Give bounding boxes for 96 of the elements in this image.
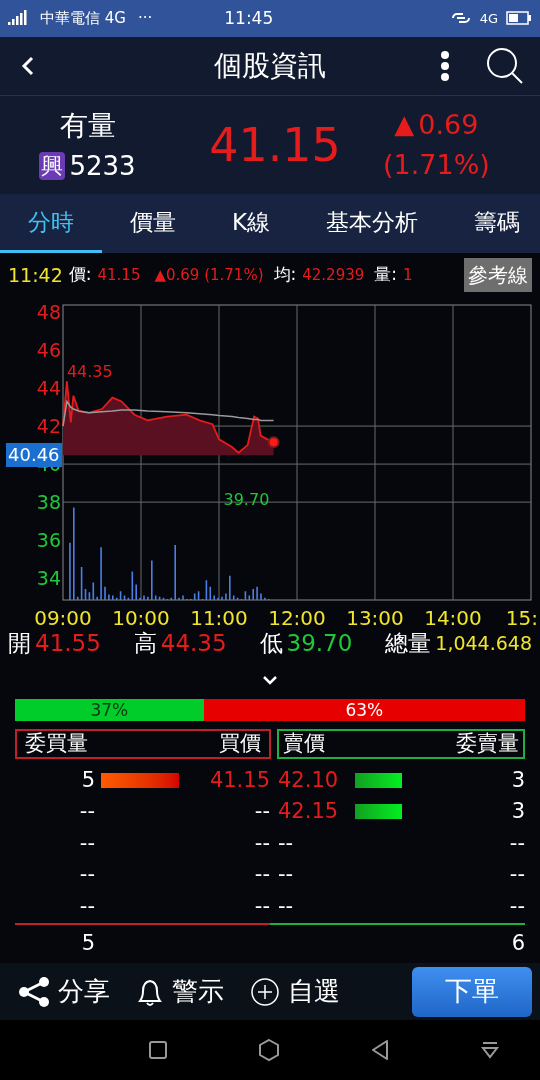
carrier-name: 中華電信 4G	[40, 8, 126, 30]
page-title: 個股資訊	[213, 48, 327, 85]
network-type: 4G	[479, 9, 498, 28]
share-icon	[18, 976, 50, 1007]
y-axis-label: 36	[36, 529, 61, 552]
ask-quantity: --	[508, 892, 525, 920]
more-indicator: ···	[137, 8, 153, 30]
bid-quantity: --	[78, 861, 95, 889]
tab[interactable]: 價量	[102, 193, 204, 254]
info-time: 11:42	[8, 262, 63, 288]
ask-price: --	[278, 892, 295, 920]
bid-price-header: 買價	[219, 729, 261, 757]
status-time: 11:45	[224, 6, 274, 30]
back-nav-icon[interactable]	[370, 1039, 390, 1062]
ask-quantity: --	[508, 829, 525, 857]
summary-label: 開	[8, 628, 31, 658]
bid-price: 41.15	[208, 766, 270, 794]
order-button[interactable]: 下單	[412, 966, 532, 1017]
y-axis-label: 42	[36, 415, 61, 438]
tab[interactable]: 籌碼	[446, 193, 540, 254]
reference-price-tag: 40.46	[6, 443, 62, 468]
ask-quantity: 3	[510, 766, 525, 794]
ask-price: 42.15	[278, 798, 340, 826]
price-change: 0.69	[418, 107, 479, 142]
y-axis-label: 38	[36, 491, 61, 514]
x-axis-label: 10:00	[112, 606, 170, 626]
current-price-dot	[267, 436, 280, 449]
tab[interactable]: 分時	[0, 193, 102, 254]
y-axis-label: 44	[36, 377, 61, 400]
x-axis-label: 14:00	[424, 606, 482, 626]
buy-ratio-bar: 37%	[15, 698, 204, 721]
bid-price: --	[253, 861, 270, 889]
current-price: 41.15	[208, 116, 342, 174]
tab[interactable]: K線	[204, 193, 299, 254]
reference-line-button[interactable]: 參考線	[464, 258, 532, 293]
low-price-label: 39.70	[223, 489, 270, 509]
x-axis-label: 13:00	[346, 606, 404, 626]
stock-name: 有量	[59, 107, 116, 144]
ask-quantity: --	[508, 861, 525, 889]
y-axis-label: 48	[36, 301, 61, 324]
y-axis-label: 46	[36, 339, 61, 362]
bid-quantity: 5	[80, 766, 95, 794]
share-action[interactable]: 分享	[18, 972, 110, 1012]
watch-action[interactable]: 自選	[250, 972, 340, 1012]
sell-ratio-label: 63%	[344, 698, 385, 721]
ask-volume-bar	[355, 772, 402, 788]
ask-price-header: 賣價	[283, 729, 325, 757]
bid-quantity: --	[78, 798, 95, 826]
change-percent: (1.71%)	[383, 148, 490, 183]
recent-apps-icon[interactable]	[148, 1040, 168, 1061]
info-average: 42.2939	[302, 264, 365, 286]
market-badge: 興	[39, 152, 66, 181]
search-icon[interactable]	[486, 47, 524, 86]
hide-nav-icon[interactable]	[480, 1040, 500, 1061]
ask-quantity: 3	[510, 798, 525, 826]
alert-action[interactable]: 警示	[136, 972, 224, 1012]
bid-quantity: --	[78, 829, 95, 857]
info-change: ▲0.69 (1.71%)	[154, 264, 264, 286]
ask-price: --	[278, 861, 295, 889]
ask-total: 6	[511, 930, 525, 958]
bid-quantity: --	[78, 892, 95, 920]
summary-value: 41.55	[35, 628, 101, 658]
summary-label: 低	[259, 628, 283, 658]
x-axis-label: 12:00	[268, 606, 326, 626]
more-menu-icon[interactable]	[440, 50, 450, 83]
y-axis-label: 34	[36, 567, 61, 590]
chevron-down-icon[interactable]	[262, 674, 278, 685]
ask-price: 42.10	[278, 766, 340, 794]
summary-label: 高	[133, 628, 157, 658]
bid-price: --	[253, 892, 270, 920]
volume-label: 量:	[374, 263, 397, 287]
average-label: 均:	[273, 263, 297, 287]
x-axis-label: 11:00	[190, 606, 248, 626]
ask-price: --	[278, 829, 295, 857]
price-label: 價:	[68, 263, 92, 287]
home-icon[interactable]	[258, 1038, 280, 1063]
add-circle-icon	[250, 976, 280, 1007]
battery-icon	[506, 11, 532, 26]
ask-quantity-header: 委賣量	[456, 729, 519, 757]
bid-price: --	[253, 798, 270, 826]
high-price-label: 44.35	[66, 362, 113, 382]
x-axis-label: 09:00	[34, 606, 92, 626]
bid-price: --	[253, 829, 270, 857]
ask-volume-bar	[355, 804, 402, 820]
bid-quantity-header: 委買量	[25, 729, 88, 757]
change-sign: ▲	[394, 108, 415, 142]
summary-value: 1,044.648	[435, 630, 532, 656]
x-axis-label: 15:	[505, 606, 538, 626]
bid-total: 5	[80, 930, 95, 958]
summary-value: 39.70	[286, 628, 353, 658]
stock-code: 5233	[69, 149, 136, 183]
info-price: 41.15	[97, 264, 141, 286]
summary-value: 44.35	[160, 628, 227, 658]
tab[interactable]: 基本分析	[298, 193, 447, 254]
summary-label: 總量	[385, 628, 432, 658]
info-volume: 1	[403, 264, 413, 286]
